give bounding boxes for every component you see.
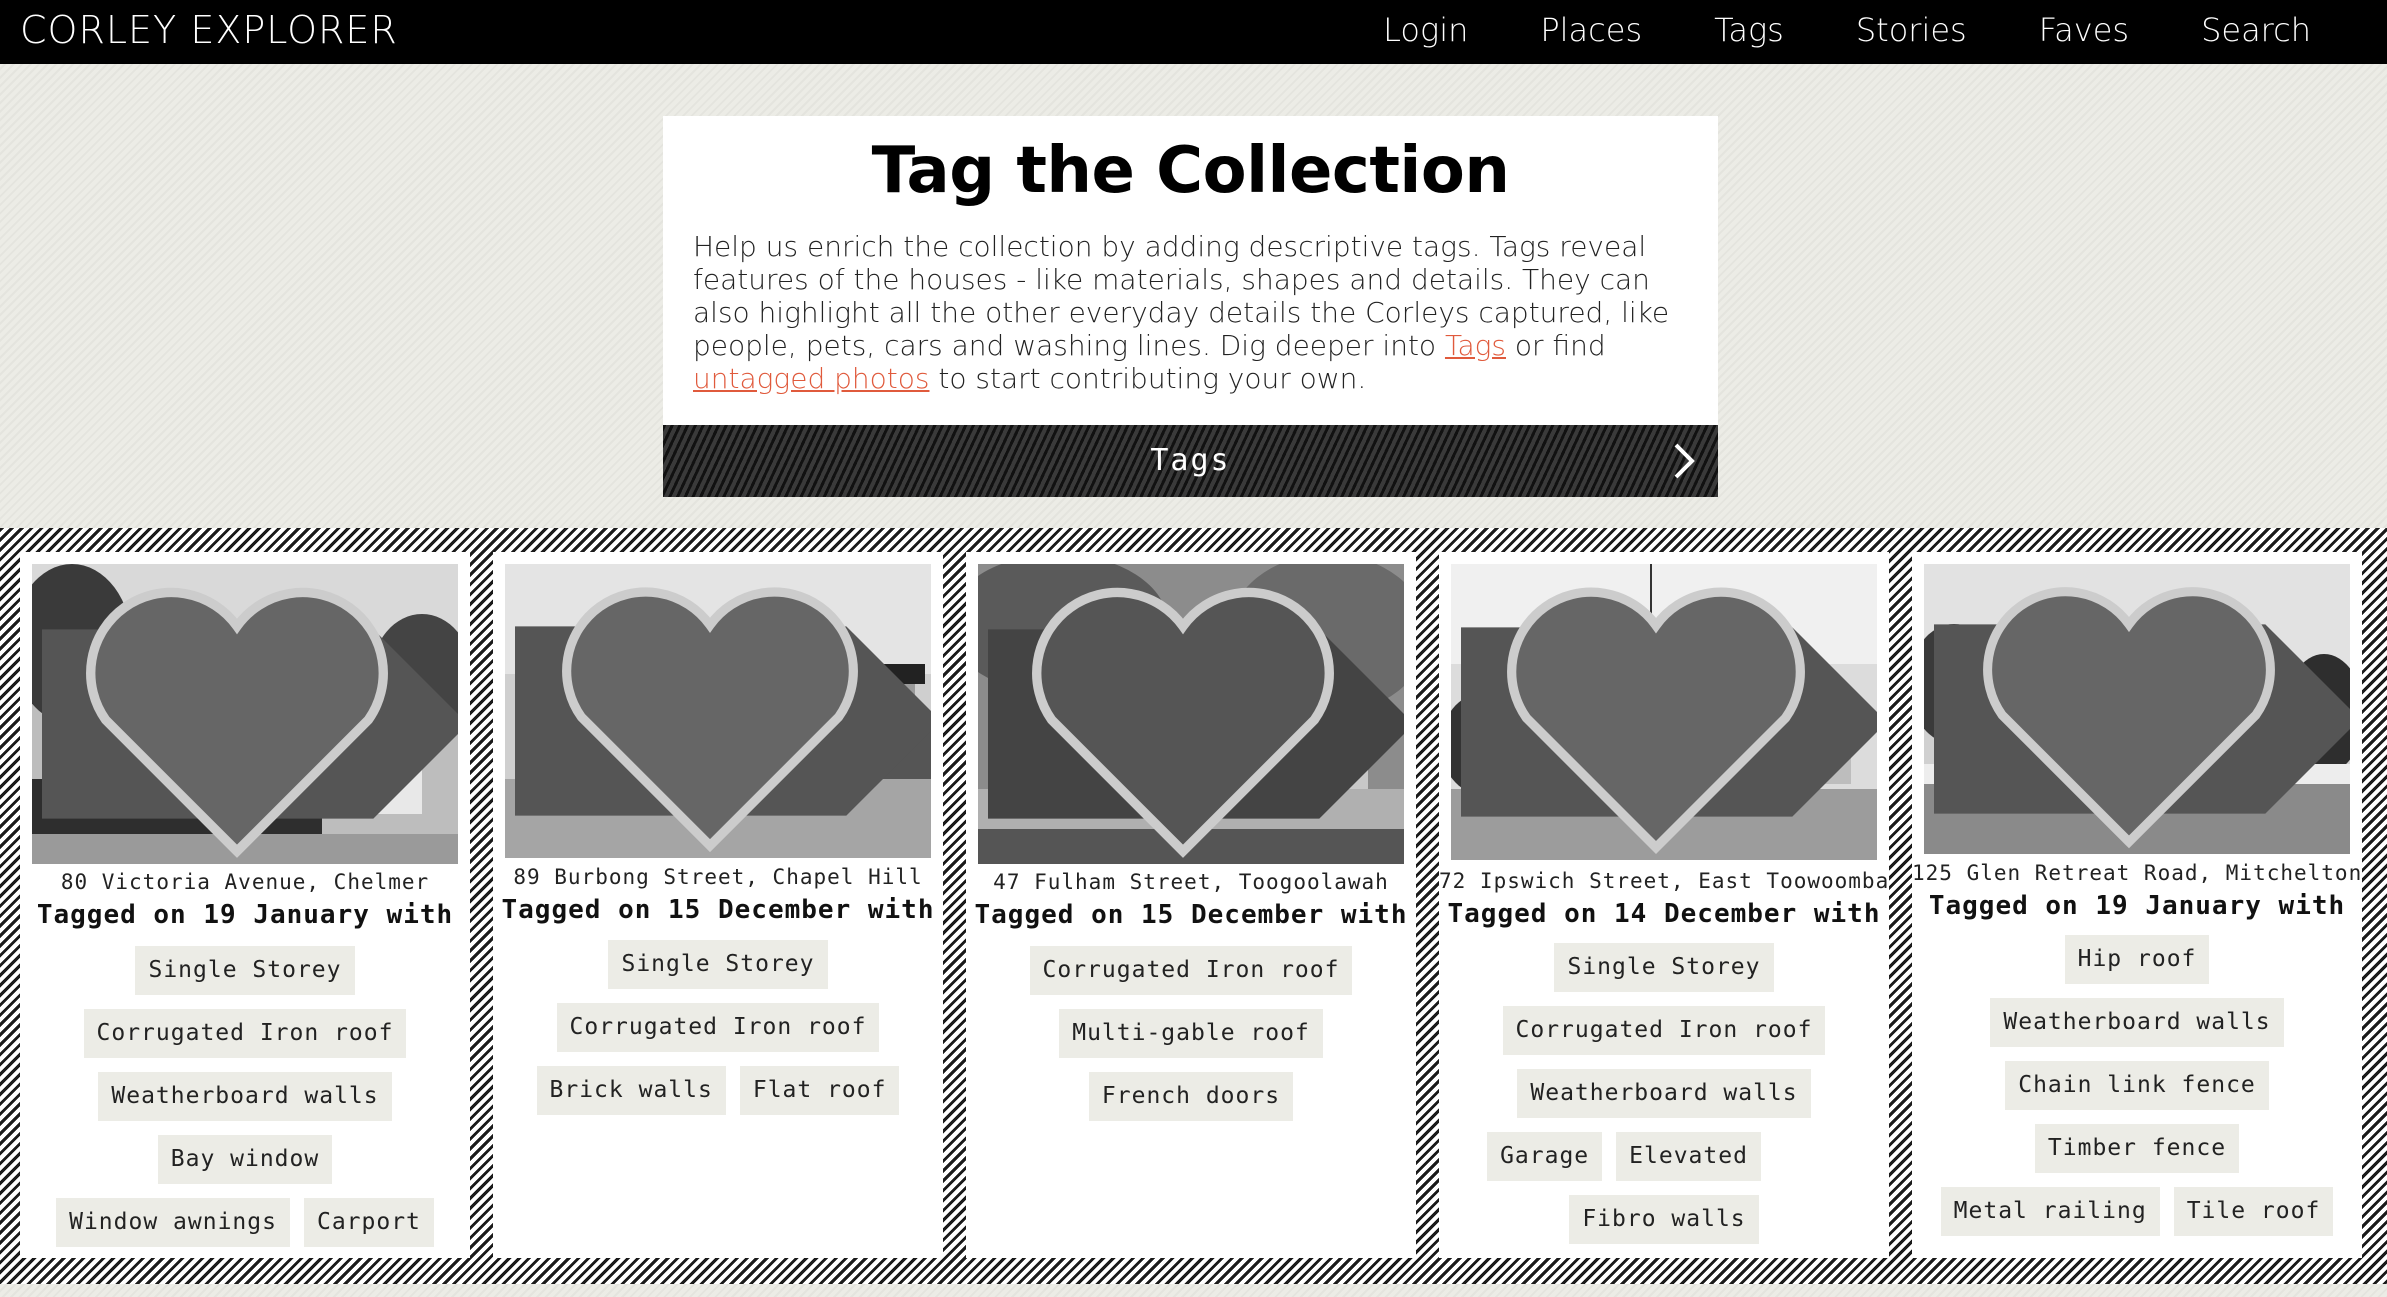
- nav-places[interactable]: Places: [1504, 0, 1678, 60]
- main-nav: Login Places Tags Stories Faves Search: [1347, 0, 2347, 60]
- tag-chip[interactable]: Flat roof: [739, 1066, 900, 1115]
- card-tagged-date: Tagged on 14 December with: [1447, 899, 1881, 929]
- photo-card[interactable]: 89 Burbong Street, Chapel Hill Tagged on…: [493, 552, 943, 1258]
- card-address: 47 Fulham Street, Toogoolawah: [993, 870, 1389, 894]
- heart-icon[interactable]: [1924, 570, 2342, 854]
- house-photo[interactable]: [505, 564, 931, 858]
- house-photo[interactable]: [978, 564, 1404, 864]
- house-photo[interactable]: [1451, 564, 1877, 860]
- tag-list: Corrugated Iron roof Multi-gable roof Fr…: [986, 946, 1396, 1121]
- tags-link[interactable]: Tags: [1445, 329, 1506, 362]
- photo-card[interactable]: 80 Victoria Avenue, Chelmer Tagged on 19…: [20, 552, 470, 1258]
- intro-text-part-3: to start contributing your own.: [929, 362, 1367, 395]
- tag-chip[interactable]: Multi-gable roof: [1059, 1009, 1323, 1058]
- card-tagged-date: Tagged on 15 December with: [501, 895, 935, 925]
- tags-button-label: Tags: [1150, 443, 1231, 478]
- house-photo[interactable]: [1924, 564, 2350, 854]
- heart-icon[interactable]: [32, 570, 450, 864]
- heart-icon[interactable]: [1451, 570, 1869, 860]
- tag-chip[interactable]: Weatherboard walls: [1990, 998, 2284, 1047]
- tag-list: Single Storey Corrugated Iron roof Weath…: [40, 946, 450, 1247]
- card-address: 80 Victoria Avenue, Chelmer: [60, 870, 430, 894]
- tag-chip[interactable]: Timber fence: [2034, 1124, 2240, 1173]
- card-address: 125 Glen Retreat Road, Mitchelton: [1912, 861, 2363, 885]
- tag-chip[interactable]: Bay window: [157, 1135, 333, 1184]
- nav-login[interactable]: Login: [1347, 0, 1504, 60]
- tag-chip[interactable]: French doors: [1088, 1072, 1294, 1121]
- page-title: Tag the Collection: [871, 134, 1510, 208]
- tag-chip[interactable]: Hip roof: [2064, 935, 2210, 984]
- tag-chip[interactable]: Weatherboard walls: [1517, 1069, 1811, 1118]
- card-address: 89 Burbong Street, Chapel Hill: [513, 865, 923, 889]
- tag-chip[interactable]: Corrugated Iron roof: [556, 1003, 880, 1052]
- tag-chip[interactable]: Corrugated Iron roof: [83, 1009, 407, 1058]
- tags-button[interactable]: Tags: [663, 425, 1718, 497]
- tag-list: Single Storey Corrugated Iron roof Weath…: [1459, 943, 1869, 1244]
- tag-chip[interactable]: Weatherboard walls: [98, 1072, 392, 1121]
- tag-chip[interactable]: Elevated: [1616, 1132, 1761, 1181]
- photo-card[interactable]: 47 Fulham Street, Toogoolawah Tagged on …: [966, 552, 1416, 1258]
- intro-panel: Tag the Collection Help us enrich the co…: [663, 116, 1718, 497]
- nav-search[interactable]: Search: [2165, 0, 2347, 60]
- tag-chip[interactable]: Carport: [303, 1198, 434, 1247]
- card-tagged-date: Tagged on 15 December with: [974, 900, 1408, 930]
- heart-icon[interactable]: [505, 570, 923, 858]
- tag-list: Single Storey Corrugated Iron roof Brick…: [513, 940, 923, 1115]
- tag-chip[interactable]: Fibro walls: [1569, 1195, 1759, 1244]
- tag-chip[interactable]: Metal railing: [1940, 1187, 2160, 1236]
- untagged-photos-link[interactable]: untagged photos: [693, 362, 929, 395]
- intro-text: Help us enrich the collection by adding …: [693, 230, 1688, 395]
- card-tagged-date: Tagged on 19 January with: [1928, 891, 2346, 921]
- nav-stories[interactable]: Stories: [1820, 0, 2003, 60]
- chevron-right-icon: [1674, 443, 1695, 479]
- tag-chip[interactable]: Chain link fence: [2005, 1061, 2269, 1110]
- heart-icon[interactable]: [978, 570, 1396, 864]
- tag-chip[interactable]: Window awnings: [56, 1198, 290, 1247]
- tag-chip[interactable]: Corrugated Iron roof: [1502, 1006, 1826, 1055]
- card-tagged-date: Tagged on 19 January with: [36, 900, 454, 930]
- tag-chip[interactable]: Corrugated Iron roof: [1029, 946, 1353, 995]
- tag-chip[interactable]: Single Storey: [1554, 943, 1774, 992]
- intro-text-part-2: or find: [1506, 329, 1606, 362]
- site-logo[interactable]: CORLEY EXPLORER: [20, 0, 398, 60]
- tag-chip[interactable]: Single Storey: [135, 946, 355, 995]
- tag-chip[interactable]: Brick walls: [536, 1066, 726, 1115]
- nav-tags[interactable]: Tags: [1678, 0, 1820, 60]
- tag-chip[interactable]: Tile roof: [2173, 1187, 2334, 1236]
- tag-chip[interactable]: Single Storey: [608, 940, 828, 989]
- card-address: 72 Ipswich Street, East Toowoomba: [1439, 869, 1890, 893]
- top-nav-bar: CORLEY EXPLORER Login Places Tags Storie…: [0, 0, 2387, 64]
- nav-faves[interactable]: Faves: [2003, 0, 2165, 60]
- recently-tagged-strip: 80 Victoria Avenue, Chelmer Tagged on 19…: [0, 528, 2387, 1284]
- photo-card[interactable]: 125 Glen Retreat Road, Mitchelton Tagged…: [1912, 552, 2362, 1258]
- tag-chip[interactable]: Garage: [1487, 1132, 1603, 1181]
- house-photo[interactable]: [32, 564, 458, 864]
- tag-list: Hip roof Weatherboard walls Chain link f…: [1932, 935, 2342, 1236]
- photo-card[interactable]: 72 Ipswich Street, East Toowoomba Tagged…: [1439, 552, 1889, 1258]
